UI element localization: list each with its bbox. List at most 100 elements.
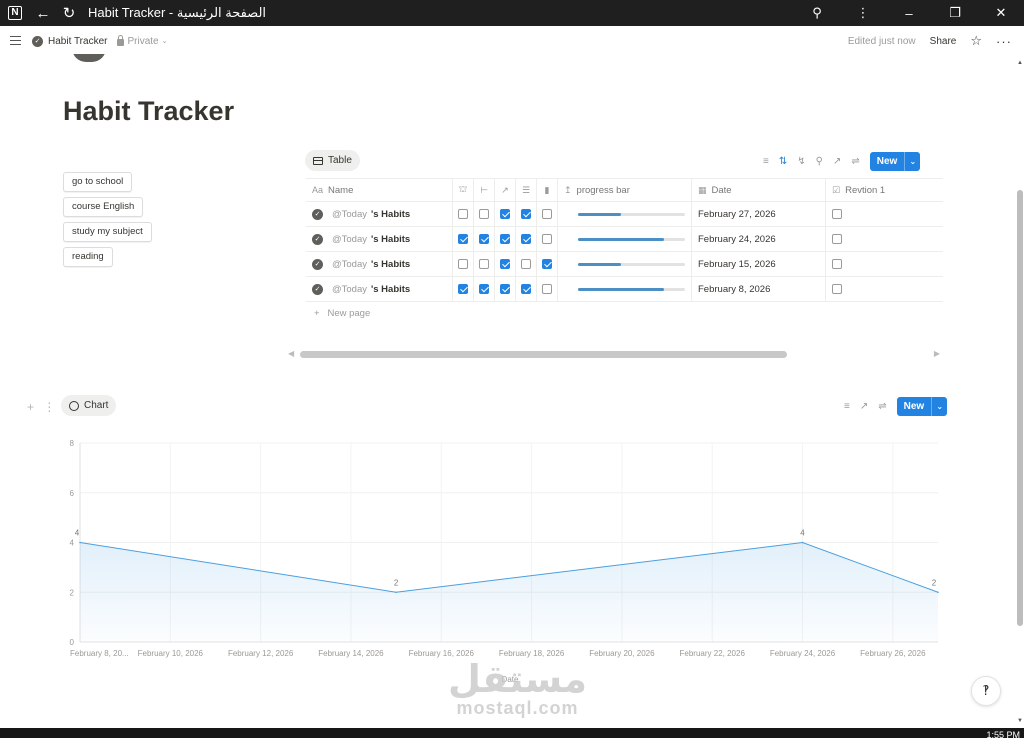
close-button[interactable]: ✕ [978,0,1024,26]
row-name-cell[interactable]: ✓ @Today 's Habits [306,227,453,251]
scroll-right-arrow-icon[interactable]: ▶ [934,349,940,358]
chevron-down-icon[interactable]: ⌄ [931,397,947,416]
column-header-revision[interactable]: ☑ Revtion 1 [826,179,943,201]
settings-sliders-icon[interactable]: ⇌ [878,401,886,412]
revision-checkbox[interactable] [832,284,842,294]
tag-button[interactable]: reading [63,247,113,267]
habit-checkbox[interactable] [458,284,468,294]
tag-button[interactable]: go to school [63,172,133,192]
settings-sliders-icon[interactable]: ⇌ [851,156,859,167]
table-row[interactable]: ✓ @Today 's Habits February 24, 2026 [306,227,943,252]
row-name-cell[interactable]: ✓ @Today 's Habits [306,202,453,226]
habit-checkbox[interactable] [500,259,510,269]
zoom-icon[interactable]: ⚲ [794,0,840,26]
habit-checkbox[interactable] [479,234,489,244]
habit-checkbox[interactable] [458,259,468,269]
row-name-cell[interactable]: ✓ @Today 's Habits [306,252,453,276]
chart-new-button[interactable]: New ⌄ [896,397,948,416]
habit-checkbox[interactable] [542,209,552,219]
habit-checkbox[interactable] [542,259,552,269]
scroll-left-arrow-icon[interactable]: ◀ [288,349,294,358]
habit-checkbox[interactable] [479,284,489,294]
chart-view-tab[interactable]: Chart [61,395,117,416]
date-cell[interactable]: February 27, 2026 [692,202,826,226]
column-header-progress[interactable]: ↥ progress bar [558,179,692,201]
table-view-tab[interactable]: Table [305,150,360,171]
restore-button[interactable]: ❐ [932,0,978,26]
column-header-reading[interactable]: ▮ [537,179,558,201]
habit-checkbox[interactable] [479,259,489,269]
page-icon[interactable] [72,54,106,62]
date-cell[interactable]: February 24, 2026 [692,227,826,251]
table-row[interactable]: ✓ @Today 's Habits February 15, 2026 [306,252,943,277]
visibility-dropdown[interactable]: Private ⌄ [117,34,167,47]
date-cell[interactable]: February 8, 2026 [692,277,826,301]
horizontal-scrollbar-thumb[interactable] [300,351,787,358]
chevron-down-icon[interactable]: ⌄ [904,152,920,171]
row-name-cell[interactable]: ✓ @Today 's Habits [306,277,453,301]
minimize-button[interactable]: – [886,0,932,26]
habit-checkbox[interactable] [542,234,552,244]
automation-bolt-icon[interactable]: ↯ [797,156,805,167]
expand-icon[interactable]: ↗ [833,156,841,167]
date-cell[interactable]: February 15, 2026 [692,252,826,276]
menu-icon[interactable] [10,36,22,46]
table-new-button[interactable]: New ⌄ [869,152,921,171]
date-mention[interactable]: @Today [332,259,367,270]
page-title[interactable]: Habit Tracker [63,96,234,127]
habit-checkbox[interactable] [521,234,531,244]
column-name-label: Name [328,184,354,196]
revision-checkbox[interactable] [832,259,842,269]
vertical-scrollbar[interactable]: ▲ ▼ [1016,56,1024,728]
revision-checkbox[interactable] [832,234,842,244]
more-horizontal-icon[interactable]: ··· [996,34,1012,49]
new-page-button[interactable]: + New page [314,308,370,319]
habit-check-cell [453,252,474,276]
column-header-date[interactable]: ▦ Date [692,179,826,201]
column-header-school[interactable]: ⛫ [453,179,474,201]
help-button[interactable]: ‽ [971,676,1001,706]
horizontal-scrollbar[interactable]: ◀ ▶ [288,349,940,359]
table-row[interactable]: ✓ @Today 's Habits February 27, 2026 [306,202,943,227]
column-header-exercise[interactable]: ⊢ [474,179,495,201]
table-row[interactable]: ✓ @Today 's Habits February 8, 2026 [306,277,943,302]
scroll-down-arrow-icon[interactable]: ▼ [1017,718,1023,724]
habit-checkbox[interactable] [521,209,531,219]
date-mention[interactable]: @Today [332,209,367,220]
row-title[interactable]: 's Habits [371,234,410,245]
habit-checkbox[interactable] [500,234,510,244]
search-icon[interactable]: ⚲ [816,156,823,167]
habit-checkbox[interactable] [479,209,489,219]
habit-checkbox[interactable] [458,209,468,219]
habit-checkbox[interactable] [521,284,531,294]
breadcrumb[interactable]: ✓ Habit Tracker [32,35,107,47]
date-mention[interactable]: @Today [332,284,367,295]
column-header-name[interactable]: Aa Name [306,179,453,201]
column-header-study[interactable]: ↗ [495,179,516,201]
filter-icon[interactable]: ≡ [844,401,850,412]
back-arrow-icon[interactable]: ← [30,0,56,26]
expand-icon[interactable]: ↗ [860,401,868,412]
sort-icon[interactable]: ⇅ [779,156,787,167]
filter-icon[interactable]: ≡ [763,156,769,167]
habit-checkbox[interactable] [500,209,510,219]
share-button[interactable]: Share [930,36,957,47]
habit-checkbox[interactable] [542,284,552,294]
vertical-scrollbar-thumb[interactable] [1017,190,1023,626]
more-vertical-icon[interactable]: ⋮ [840,0,886,26]
habit-checkbox[interactable] [500,284,510,294]
column-header-checklist[interactable]: ☰ [516,179,537,201]
tag-button[interactable]: course English [63,197,144,217]
star-icon[interactable]: ☆ [970,33,982,49]
revision-checkbox[interactable] [832,209,842,219]
breadcrumb-page[interactable]: Habit Tracker [48,36,107,47]
reload-icon[interactable]: ↻ [56,0,82,26]
scroll-up-arrow-icon[interactable]: ▲ [1017,60,1023,66]
habit-checkbox[interactable] [458,234,468,244]
tag-button[interactable]: study my subject [63,222,152,242]
row-title[interactable]: 's Habits [371,209,410,220]
date-mention[interactable]: @Today [332,234,367,245]
row-title[interactable]: 's Habits [371,284,410,295]
habit-checkbox[interactable] [521,259,531,269]
row-title[interactable]: 's Habits [371,259,410,270]
